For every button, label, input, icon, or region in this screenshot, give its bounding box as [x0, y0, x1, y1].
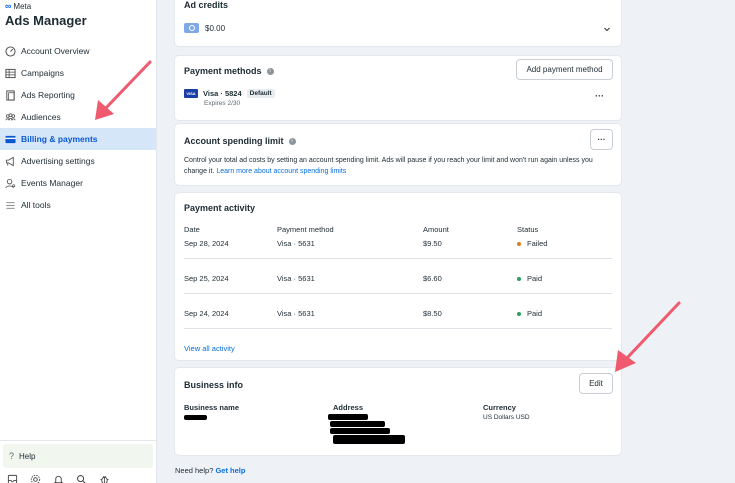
sidebar-item-audiences[interactable]: Audiences — [0, 106, 156, 128]
edit-business-info-button[interactable]: Edit — [579, 373, 613, 394]
gauge-icon — [5, 45, 16, 57]
table-row[interactable]: Sep 24, 2024 Visa · 5631 $8.50 Paid — [184, 294, 612, 329]
currency-value: US Dollars USD — [483, 414, 530, 421]
business-info-title: Business info — [184, 380, 244, 390]
business-name-label: Business name — [184, 403, 240, 412]
redacted-address-line — [330, 421, 385, 427]
need-help-footer: Need help? Get help — [175, 466, 246, 475]
question-icon: ? — [9, 451, 15, 461]
sidebar-item-ads-reporting[interactable]: Ads Reporting — [0, 84, 156, 106]
grid-icon — [5, 68, 16, 79]
info-icon[interactable]: i — [288, 137, 296, 145]
brand: ∞ Meta Ads Manager — [5, 1, 87, 28]
sidebar-item-events-manager[interactable]: Events Manager — [0, 172, 156, 194]
payment-method-row[interactable]: VISA Visa · 5824 Default Expires 2/30 — [184, 89, 275, 107]
redacted-address-line — [333, 435, 405, 444]
redacted-business-name — [184, 415, 207, 420]
payment-methods-card: Payment methods i Add payment method VIS… — [175, 56, 621, 120]
view-all-activity-link[interactable]: View all activity — [184, 344, 235, 353]
column-amount: Amount — [423, 225, 449, 234]
ad-credits-card: Ad credits $0.00 — [175, 0, 621, 46]
status-badge: Paid — [517, 274, 542, 283]
currency-label: Currency — [483, 403, 516, 412]
sidebar-item-account-overview[interactable]: Account Overview — [0, 40, 156, 62]
gear-icon[interactable] — [30, 474, 41, 483]
status-badge: Failed — [517, 239, 547, 248]
help-button[interactable]: ? Help — [3, 444, 153, 468]
sidebar-bottom: ? Help — [0, 440, 156, 483]
sidebar-item-advertising-settings[interactable]: Advertising settings — [0, 150, 156, 172]
events-icon — [5, 178, 16, 189]
notifications-inbox-icon[interactable] — [7, 474, 18, 483]
table-row[interactable]: Sep 25, 2024 Visa · 5631 $6.60 Paid — [184, 259, 612, 294]
status-dot — [517, 277, 521, 282]
spending-limit-header: Account spending limit i — [184, 136, 296, 146]
column-payment-method: Payment method — [277, 225, 334, 234]
ad-credits-title: Ad credits — [184, 0, 229, 10]
meta-infinity-icon: ∞ — [5, 1, 12, 11]
payment-activity-card: Payment activity Date Payment method Amo… — [175, 193, 621, 360]
sidebar-item-campaigns[interactable]: Campaigns — [0, 62, 156, 84]
column-status: Status — [517, 225, 539, 234]
ad-credits-value: $0.00 — [184, 23, 225, 33]
learn-more-link[interactable]: Learn more about account spending limits — [216, 168, 346, 175]
coupon-icon — [184, 23, 199, 33]
card-icon — [5, 134, 16, 145]
bell-icon[interactable] — [53, 474, 64, 483]
megaphone-icon — [5, 156, 16, 167]
report-icon — [5, 89, 16, 101]
more-options-icon[interactable]: ··· — [595, 91, 604, 101]
status-dot — [517, 242, 521, 247]
payment-activity-title: Payment activity — [184, 203, 256, 213]
redacted-address-line — [330, 428, 390, 434]
business-info-card: Business info Edit Business name Address… — [175, 368, 621, 455]
status-dot — [517, 312, 521, 317]
column-date: Date — [184, 225, 200, 234]
sidebar-item-billing-payments[interactable]: Billing & payments — [0, 128, 156, 150]
add-payment-method-button[interactable]: Add payment method — [516, 59, 613, 80]
menu-icon — [5, 200, 16, 211]
sidebar: ∞ Meta Ads Manager Account Overview Camp… — [0, 0, 157, 483]
status-badge: Paid — [517, 309, 542, 318]
people-icon — [5, 112, 16, 123]
payment-methods-header: Payment methods i — [184, 66, 274, 76]
address-label: Address — [333, 403, 364, 412]
visa-card-icon: VISA — [184, 89, 198, 98]
spending-limit-more-button[interactable]: ··· — [590, 129, 613, 150]
bug-icon[interactable] — [99, 474, 110, 483]
bottom-toolbar — [0, 468, 156, 483]
table-row[interactable]: Sep 28, 2024 Visa · 5631 $9.50 Failed — [184, 239, 612, 259]
sidebar-nav: Account Overview Campaigns Ads Reporting… — [0, 40, 156, 216]
chevron-down-icon[interactable] — [603, 25, 611, 33]
app-title: Ads Manager — [5, 13, 87, 28]
spending-limit-card: Account spending limit i ··· Control you… — [175, 124, 621, 185]
meta-logo[interactable]: ∞ Meta — [5, 1, 87, 11]
redacted-address-line — [328, 414, 368, 420]
sidebar-item-all-tools[interactable]: All tools — [0, 194, 156, 216]
search-icon[interactable] — [76, 474, 87, 483]
default-badge: Default — [246, 89, 275, 98]
spending-limit-description: Control your total ad costs by setting a… — [184, 157, 593, 175]
get-help-link[interactable]: Get help — [215, 466, 245, 475]
info-icon[interactable]: i — [266, 67, 274, 75]
